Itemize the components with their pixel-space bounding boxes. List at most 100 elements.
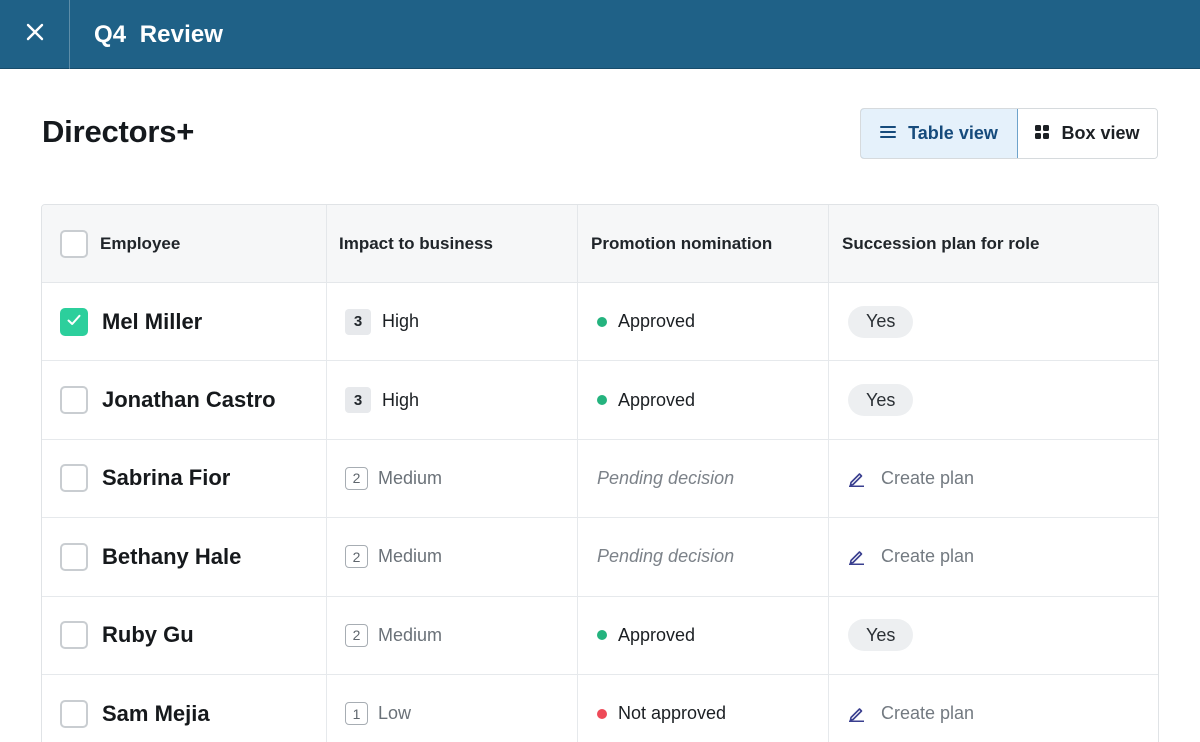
table-row[interactable]: Mel Miller 3 High Approved Yes: [42, 283, 1158, 362]
promotion-status-text: Pending decision: [597, 546, 735, 567]
row-checkbox[interactable]: [60, 621, 88, 650]
impact-level-badge: 2: [345, 545, 368, 569]
promotion-cell: Approved: [578, 361, 829, 439]
create-plan-link[interactable]: Create plan: [848, 468, 974, 489]
promotion-status-text: Approved: [618, 311, 696, 332]
impact-label: High: [382, 311, 420, 332]
box-view-label: Box view: [1061, 123, 1140, 143]
employee-cell: Sam Mejia: [42, 674, 327, 742]
promotion-cell: Approved: [578, 283, 829, 361]
succession-badge: Yes: [848, 305, 914, 338]
row-checkbox[interactable]: [60, 542, 88, 571]
employee-name[interactable]: Sam Mejia: [102, 701, 210, 727]
impact-label: Medium: [378, 546, 443, 567]
create-plan-link[interactable]: Create plan: [848, 703, 974, 724]
impact-label: High: [382, 389, 420, 410]
promotion-status-text: Approved: [618, 624, 696, 645]
column-header-promotion: Promotion nomination: [578, 205, 829, 282]
row-checkbox[interactable]: [60, 464, 88, 493]
close-icon[interactable]: [26, 23, 44, 46]
impact-cell: 3 High: [327, 283, 578, 361]
succession-cell: Yes: [829, 597, 1158, 674]
status-dot: [597, 630, 607, 641]
pencil-icon: [848, 470, 865, 487]
column-header-label: Impact to business: [339, 233, 493, 253]
status-dot: [597, 316, 607, 327]
table-header: Employee Impact to business Promotion no…: [42, 205, 1158, 283]
column-header-employee: Employee: [42, 205, 327, 282]
table-row[interactable]: Ruby Gu 2 Medium Approved Yes: [42, 596, 1158, 675]
create-plan-label: Create plan: [881, 703, 975, 724]
status-dot: [597, 395, 607, 406]
impact-level-badge: 1: [345, 702, 368, 726]
employee-name[interactable]: Bethany Hale: [102, 544, 241, 570]
create-plan-label: Create plan: [881, 467, 975, 488]
employee-name[interactable]: Ruby Gu: [102, 622, 194, 648]
table-row[interactable]: Jonathan Castro 3 High Approved Yes: [42, 361, 1158, 440]
promotion-cell: Not approved: [578, 674, 829, 742]
promotion-status-text: Approved: [618, 389, 696, 410]
succession-cell: Create plan: [829, 440, 1158, 517]
employee-cell: Ruby Gu: [42, 596, 327, 674]
impact-cell: 1 Low: [327, 674, 578, 742]
select-all-checkbox[interactable]: [60, 229, 88, 258]
succession-badge: Yes: [848, 619, 914, 652]
impact-cell: 2 Medium: [327, 596, 578, 674]
promotion-status-text: Pending decision: [597, 467, 735, 488]
impact-label: Medium: [378, 467, 443, 488]
impact-level-badge: 2: [345, 466, 368, 490]
table-row[interactable]: Sam Mejia 1 Low Not approved Create plan: [42, 674, 1158, 742]
impact-cell: 2 Medium: [327, 518, 578, 596]
create-plan-link[interactable]: Create plan: [848, 546, 974, 567]
row-checkbox[interactable]: [60, 699, 88, 728]
view-toggle: Table view Box view: [860, 108, 1158, 159]
page-title: Directors+: [42, 114, 195, 149]
promotion-cell: Pending decision: [578, 518, 829, 596]
box-view-button[interactable]: Box view: [1018, 109, 1157, 158]
employee-name[interactable]: Jonathan Castro: [102, 387, 276, 413]
pencil-icon: [848, 705, 865, 723]
succession-cell: Yes: [829, 361, 1158, 438]
impact-cell: 3 High: [327, 361, 578, 439]
employee-cell: Bethany Hale: [42, 518, 327, 596]
employee-name[interactable]: Mel Miller: [102, 309, 202, 335]
impact-label: Low: [378, 703, 412, 724]
succession-cell: Create plan: [829, 675, 1158, 742]
employee-table: Employee Impact to business Promotion no…: [41, 204, 1159, 742]
status-dot: [597, 708, 607, 719]
impact-level-badge: 2: [345, 623, 368, 647]
employee-name[interactable]: Sabrina Fior: [102, 465, 230, 491]
close-button[interactable]: [0, 0, 70, 69]
list-icon: [880, 123, 897, 144]
table-row[interactable]: Bethany Hale 2 Medium Pending decision C…: [42, 518, 1158, 597]
column-header-label: Employee: [100, 233, 181, 253]
employee-cell: Mel Miller: [42, 283, 327, 361]
promotion-cell: Approved: [578, 596, 829, 674]
table-row[interactable]: Sabrina Fior 2 Medium Pending decision C…: [42, 439, 1158, 519]
succession-cell: Yes: [829, 283, 1158, 360]
impact-cell: 2 Medium: [327, 439, 578, 518]
table-view-label: Table view: [908, 123, 998, 143]
succession-badge: Yes: [848, 384, 914, 417]
succession-cell: Create plan: [829, 518, 1158, 595]
table-body: Mel Miller 3 High Approved Yes Jonathan …: [42, 283, 1158, 742]
column-header-succession: Succession plan for role: [829, 205, 1158, 282]
table-view-button[interactable]: Table view: [861, 109, 1018, 158]
app-title: Q4 Review: [94, 21, 224, 48]
create-plan-label: Create plan: [881, 546, 975, 567]
impact-label: Medium: [378, 624, 443, 645]
employee-cell: Sabrina Fior: [42, 439, 327, 518]
column-header-label: Succession plan for role: [842, 233, 1040, 253]
row-checkbox[interactable]: [60, 386, 88, 415]
row-checkbox[interactable]: [60, 307, 88, 336]
employee-cell: Jonathan Castro: [42, 361, 327, 439]
column-header-label: Promotion nomination: [591, 233, 773, 253]
top-bar: Q4 Review: [0, 0, 1200, 69]
pencil-icon: [848, 548, 865, 566]
grid-icon: [1035, 123, 1050, 144]
column-header-impact: Impact to business: [327, 205, 578, 282]
impact-level-badge: 3: [345, 387, 371, 414]
impact-level-badge: 3: [345, 308, 371, 335]
promotion-cell: Pending decision: [578, 439, 829, 518]
promotion-status-text: Not approved: [618, 703, 727, 724]
